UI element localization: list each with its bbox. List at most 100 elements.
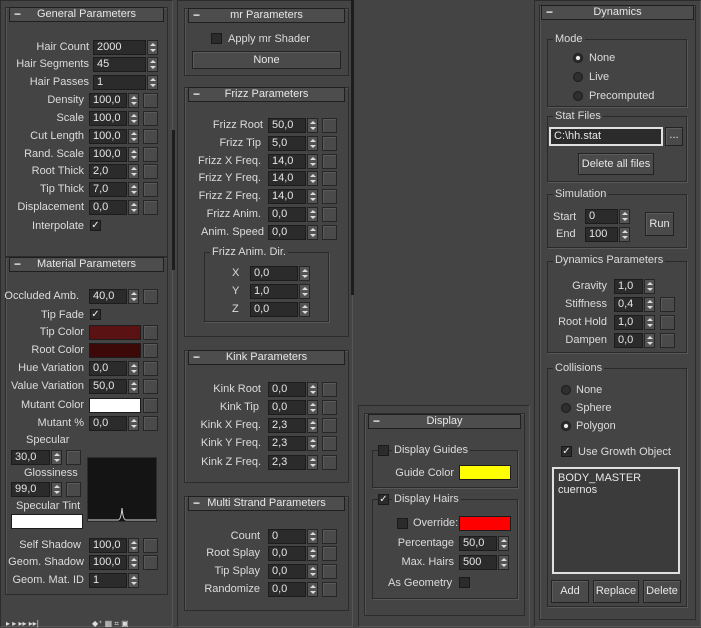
root-hold-map-button[interactable] <box>660 315 675 330</box>
play-controls-icon[interactable]: ▸ ▸ ▸▸ ▸▸| <box>6 620 39 628</box>
kink-root-spinner[interactable] <box>307 382 318 397</box>
value-variation-spinner[interactable] <box>128 379 139 394</box>
frizz-x-freq-spinner[interactable] <box>307 154 318 169</box>
list-item[interactable]: BODY_MASTER <box>558 472 674 484</box>
count-field[interactable]: 0 <box>268 529 306 544</box>
mode-precomputed-radio[interactable] <box>573 91 583 101</box>
root-splay-map-button[interactable] <box>322 546 337 561</box>
kink-tip-field[interactable]: 0,0 <box>268 400 306 415</box>
scale-map-button[interactable] <box>143 111 158 126</box>
percentage-field[interactable]: 50,0 <box>459 536 497 551</box>
use-growth-object-checkbox[interactable]: ✓ <box>561 446 572 457</box>
value-variation-map-button[interactable] <box>143 379 158 394</box>
root-hold-field[interactable]: 1,0 <box>614 315 643 330</box>
density-field[interactable]: 100,0 <box>89 93 127 108</box>
general-parameters-header[interactable]: − General Parameters <box>9 7 164 22</box>
displacement-map-button[interactable] <box>143 200 158 215</box>
tip-splay-map-button[interactable] <box>322 564 337 579</box>
replace-button[interactable]: Replace <box>593 580 639 603</box>
count-map-button[interactable] <box>322 529 337 544</box>
randomize-field[interactable]: 0,0 <box>268 582 306 597</box>
frizz-tip-map-button[interactable] <box>322 136 337 151</box>
frizz-dir-x-spinner[interactable] <box>299 266 310 281</box>
scale-field[interactable]: 100,0 <box>89 111 127 126</box>
tip-thick-field[interactable]: 7,0 <box>89 182 127 197</box>
rand-scale-map-button[interactable] <box>143 147 158 162</box>
frizz-dir-x-field[interactable]: 0,0 <box>250 266 298 281</box>
kink-tip-spinner[interactable] <box>307 400 318 415</box>
kink-y-freq-spinner[interactable] <box>307 436 318 451</box>
interpolate-checkbox[interactable]: ✓ <box>90 220 101 231</box>
frizz-root-field[interactable]: 50,0 <box>268 118 306 133</box>
display-guides-checkbox[interactable] <box>378 445 389 456</box>
scale-spinner[interactable] <box>128 111 139 126</box>
kink-parameters-header[interactable]: − Kink Parameters <box>188 350 345 365</box>
collision-none-radio[interactable] <box>561 385 571 395</box>
root-color-map-button[interactable] <box>143 343 158 358</box>
root-splay-field[interactable]: 0,0 <box>268 546 306 561</box>
add-button[interactable]: Add <box>551 580 589 603</box>
mode-none-radio[interactable] <box>573 53 583 63</box>
kink-z-freq-spinner[interactable] <box>307 455 318 470</box>
rand-scale-spinner[interactable] <box>128 147 139 162</box>
frizz-anim-map-button[interactable] <box>322 207 337 222</box>
collision-sphere-radio[interactable] <box>561 403 571 413</box>
self-shadow-field[interactable]: 100,0 <box>89 538 127 553</box>
dynamics-header[interactable]: − Dynamics <box>541 5 694 20</box>
specular-tint-swatch[interactable] <box>11 514 83 529</box>
frizz-anim-spinner[interactable] <box>307 207 318 222</box>
kink-x-freq-map-button[interactable] <box>322 418 337 433</box>
percentage-spinner[interactable] <box>498 536 509 551</box>
apply-mr-shader-checkbox[interactable] <box>211 33 222 44</box>
delete-all-files-button[interactable]: Delete all files <box>578 153 654 175</box>
tip-color-map-button[interactable] <box>143 325 158 340</box>
middle-panel-scrollbar[interactable] <box>351 0 354 295</box>
frizz-y-freq-spinner[interactable] <box>307 171 318 186</box>
occluded-amb-spinner[interactable] <box>128 289 139 304</box>
displacement-field[interactable]: 0,0 <box>89 200 127 215</box>
kink-root-map-button[interactable] <box>322 382 337 397</box>
max-hairs-field[interactable]: 500 <box>459 555 497 570</box>
geom-shadow-map-button[interactable] <box>143 555 158 570</box>
override-checkbox[interactable] <box>397 518 408 529</box>
cut-length-spinner[interactable] <box>128 129 139 144</box>
kink-z-freq-field[interactable]: 2,3 <box>268 455 306 470</box>
hue-variation-map-button[interactable] <box>143 361 158 376</box>
specular-spinner[interactable] <box>51 450 62 465</box>
run-button[interactable]: Run <box>645 212 674 236</box>
mutant-pct-spinner[interactable] <box>128 416 139 431</box>
frizz-dir-y-field[interactable]: 1,0 <box>250 284 298 299</box>
frizz-y-freq-map-button[interactable] <box>322 171 337 186</box>
anim-speed-map-button[interactable] <box>322 225 337 240</box>
stiffness-field[interactable]: 0,4 <box>614 297 643 312</box>
end-field[interactable]: 100 <box>585 227 618 242</box>
self-shadow-map-button[interactable] <box>143 538 158 553</box>
delete-button[interactable]: Delete <box>643 580 681 603</box>
occluded-amb-map-button[interactable] <box>143 289 158 304</box>
stiffness-spinner[interactable] <box>644 297 655 312</box>
end-spinner[interactable] <box>619 227 630 242</box>
kink-tip-map-button[interactable] <box>322 400 337 415</box>
tip-thick-spinner[interactable] <box>128 182 139 197</box>
frizz-root-map-button[interactable] <box>322 118 337 133</box>
stiffness-map-button[interactable] <box>660 297 675 312</box>
geom-shadow-field[interactable]: 100,0 <box>89 555 127 570</box>
tip-thick-map-button[interactable] <box>143 182 158 197</box>
multistrand-parameters-header[interactable]: − Multi Strand Parameters <box>188 496 345 511</box>
root-thick-map-button[interactable] <box>143 164 158 179</box>
root-color-swatch[interactable] <box>89 343 141 358</box>
dampen-map-button[interactable] <box>660 333 675 348</box>
hair-segments-field[interactable]: 45 <box>93 57 146 72</box>
frizz-root-spinner[interactable] <box>307 118 318 133</box>
count-spinner[interactable] <box>307 529 318 544</box>
frizz-y-freq-field[interactable]: 14,0 <box>268 171 306 186</box>
hue-variation-field[interactable]: 0,0 <box>89 361 127 376</box>
gravity-spinner[interactable] <box>644 279 655 294</box>
collision-polygon-radio[interactable] <box>561 421 571 431</box>
frizz-dir-z-spinner[interactable] <box>299 302 310 317</box>
randomize-map-button[interactable] <box>322 582 337 597</box>
frizz-z-freq-spinner[interactable] <box>307 189 318 204</box>
material-parameters-header[interactable]: − Material Parameters <box>9 257 164 272</box>
geom-mat-id-spinner[interactable] <box>128 573 139 588</box>
frizz-z-freq-map-button[interactable] <box>322 189 337 204</box>
